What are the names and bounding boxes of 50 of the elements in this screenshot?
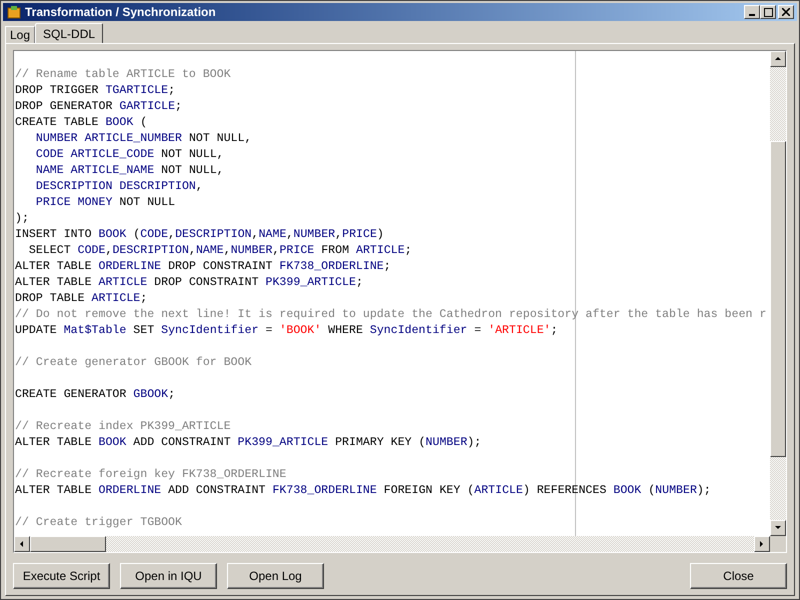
code-line: // Rename table ARTICLE to BOOK [15,67,231,83]
vertical-scrollbar[interactable] [770,51,786,536]
app-icon [6,4,22,20]
code-line: // Do not remove the next line! It is required to update the Cathedron repository after the table has been r [15,307,766,323]
close-button[interactable]: Close [690,563,787,589]
scrollbar-thumb[interactable] [30,536,106,552]
close-icon [782,8,790,16]
code-line: NUMBER ARTICLE_NUMBER NOT NULL, [34,131,252,147]
code-editor[interactable] [13,50,787,553]
maximize-button[interactable] [760,5,776,19]
scroll-right-button[interactable] [754,536,770,552]
close-button[interactable] [778,5,794,19]
code-line: PRICE MONEY NOT NULL [34,195,176,211]
code-line: SELECT CODE,DESCRIPTION,NAME,NUMBER,PRICE FROM ARTICLE; [28,243,412,259]
code-line: ); [15,211,29,227]
code-line: ALTER TABLE ARTICLE DROP CONSTRAINT PK399_ARTICLE; [15,275,363,291]
code-line: CREATE GENERATOR GBOOK; [15,387,176,403]
code-line: ALTER TABLE BOOK ADD CONSTRAINT PK399_ARTICLE PRIMARY KEY (NUMBER); [15,435,482,451]
action-button[interactable]: Open Log [227,563,324,589]
scroll-down-button[interactable] [770,520,786,536]
scrollbar-thumb[interactable] [770,141,786,457]
scroll-left-button[interactable] [14,536,30,552]
maximize-icon [764,8,772,16]
code-line: NAME ARTICLE_NAME NOT NULL, [34,163,224,179]
code-line: DROP GENERATOR GARTICLE; [15,99,182,115]
code-line: CREATE TABLE BOOK ( [15,115,148,131]
window-title: Transformation / Synchronization [25,4,216,21]
tab[interactable]: Log [5,26,36,43]
arrow-icon [774,55,782,63]
code-line: // Create generator GBOOK for BOOK [15,355,252,371]
action-button[interactable]: Open in IQU [120,563,217,589]
code-line: INSERT INTO BOOK (CODE,DESCRIPTION,NAME,NUMBER,PRICE) [15,227,384,243]
code-line: // Recreate foreign key FK738_ORDERLINE [15,467,286,483]
scroll-up-button[interactable] [770,51,786,67]
code-line: // Recreate index PK399_ARTICLE [15,419,231,435]
minimize-icon [749,14,755,16]
horizontal-scrollbar[interactable] [14,536,770,552]
arrow-icon [18,540,26,548]
scrollbar-corner [770,536,786,552]
code-line: UPDATE Mat$Table SET SyncIdentifier = 'BOOK' WHERE SyncIdentifier = 'ARTICLE'; [15,323,558,339]
tab[interactable]: SQL-DDL [35,23,104,43]
code-line: DROP TRIGGER TGARTICLE; [15,83,176,99]
code-line: DROP TABLE ARTICLE; [15,291,148,307]
minimize-button[interactable] [744,5,760,19]
code-line: // Create trigger TGBOOK [15,515,182,531]
code-line: ALTER TABLE ORDERLINE DROP CONSTRAINT FK738_ORDERLINE; [15,259,391,275]
code-line: CODE ARTICLE_CODE NOT NULL, [34,147,224,163]
action-button[interactable]: Execute Script [13,563,110,589]
code-line: ALTER TABLE ORDERLINE ADD CONSTRAINT FK738_ORDERLINE FOREIGN KEY (ARTICLE) REFERENCES BOOK (NUMBER); [15,483,711,499]
code-line: DESCRIPTION DESCRIPTION, [34,179,203,195]
